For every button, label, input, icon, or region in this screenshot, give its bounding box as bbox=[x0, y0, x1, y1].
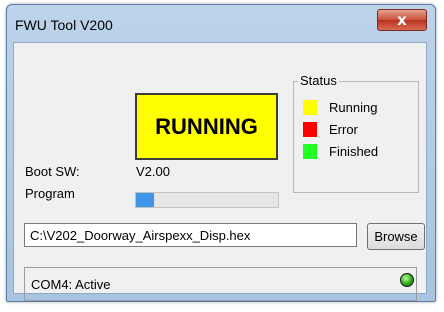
close-icon: x bbox=[397, 11, 407, 29]
running-status-text: RUNNING bbox=[155, 113, 258, 139]
program-progress-fill bbox=[136, 193, 155, 207]
hex-file-path-input[interactable] bbox=[24, 223, 357, 247]
legend-item-running: Running bbox=[303, 100, 377, 115]
legend-label-finished: Finished bbox=[329, 144, 379, 159]
legend-item-error: Error bbox=[303, 122, 358, 137]
browse-button[interactable]: Browse bbox=[367, 223, 425, 250]
running-status-indicator: RUNNING bbox=[135, 93, 278, 160]
window-title: FWU Tool V200 bbox=[15, 17, 113, 33]
boot-sw-value: V2.00 bbox=[136, 164, 170, 179]
status-legend-group: Status Running Error Finished bbox=[293, 73, 419, 193]
program-progress-bar bbox=[135, 192, 279, 208]
boot-sw-label: Boot SW: bbox=[25, 164, 80, 179]
legend-swatch-finished bbox=[303, 144, 317, 159]
status-legend-title: Status bbox=[298, 73, 339, 88]
connection-led-icon bbox=[400, 273, 414, 287]
status-bar: COM4: Active bbox=[24, 267, 417, 301]
legend-item-finished: Finished bbox=[303, 144, 378, 159]
legend-swatch-error bbox=[303, 122, 317, 137]
close-button[interactable]: x bbox=[377, 9, 427, 31]
connection-status-text: COM4: Active bbox=[31, 277, 111, 292]
client-area: RUNNING Status Running Error Finished Bo… bbox=[13, 42, 427, 301]
legend-label-running: Running bbox=[329, 100, 378, 115]
program-label: Program bbox=[25, 186, 75, 201]
legend-swatch-running bbox=[303, 100, 317, 115]
title-bar[interactable]: FWU Tool V200 x bbox=[7, 5, 435, 41]
legend-label-error: Error bbox=[329, 122, 358, 137]
